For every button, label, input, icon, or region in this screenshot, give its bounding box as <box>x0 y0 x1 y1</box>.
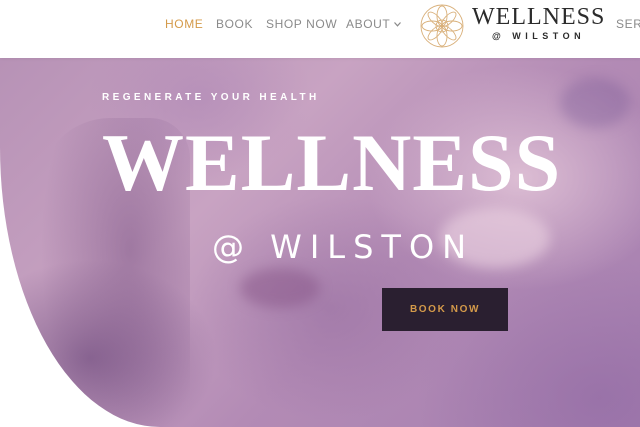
hero-eyebrow: REGENERATE YOUR HEALTH <box>102 92 320 103</box>
hero-title: WELLNESS <box>102 117 562 208</box>
nav-shop-now-link[interactable]: SHOP NOW <box>266 17 337 31</box>
site-header: HOME BOOK SHOP NOW ABOUT WELLNESS @ WILS… <box>0 0 640 58</box>
hero-subtitle: @ WILSTON <box>212 228 475 266</box>
logo-subtitle: @ WILSTON <box>492 31 586 41</box>
nav-services-link[interactable]: SERV <box>616 17 640 31</box>
cloud-texture <box>240 268 320 308</box>
nav-about-label: ABOUT <box>346 17 391 31</box>
lotus-mandala-logo-icon[interactable] <box>418 2 466 50</box>
logo-wordmark[interactable]: WELLNESS <box>472 4 605 31</box>
chevron-down-icon <box>394 22 402 27</box>
hero-banner: REGENERATE YOUR HEALTH WELLNESS @ WILSTO… <box>0 58 640 427</box>
book-now-button[interactable]: BOOK NOW <box>382 288 508 331</box>
nav-about-link[interactable]: ABOUT <box>346 17 402 31</box>
cloud-texture <box>560 78 630 128</box>
nav-home-link[interactable]: HOME <box>165 17 203 31</box>
nav-book-link[interactable]: BOOK <box>216 17 253 31</box>
